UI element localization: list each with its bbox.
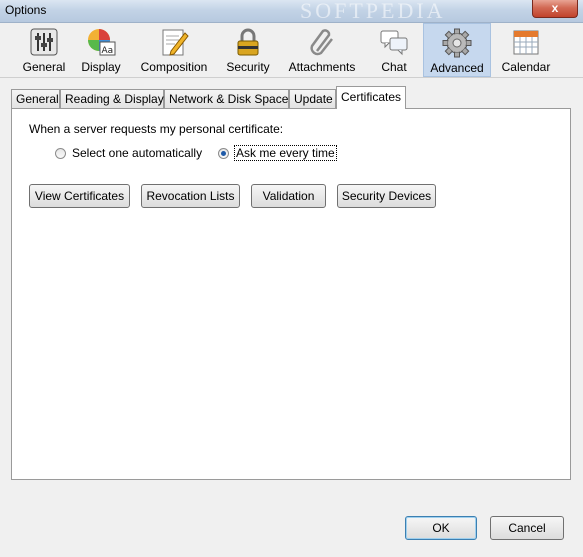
svg-text:Aa: Aa [102,46,114,56]
revocation-lists-button[interactable]: Revocation Lists [141,184,240,208]
certificates-panel: When a server requests my personal certi… [11,108,571,480]
toolbar-attachments[interactable]: Attachments [284,23,360,77]
radio-label: Select one automatically [72,146,203,160]
toolbar-advanced[interactable]: Advanced [423,23,491,77]
toolbar-label: Chat [381,60,407,74]
sliders-icon [30,28,58,56]
pencil-paper-icon [162,29,189,56]
padlock-icon [237,28,259,56]
tab-reading-display[interactable]: Reading & Display [60,89,164,108]
paperclip-icon [310,29,333,56]
toolbar-label: Composition [140,60,208,74]
tab-certificates[interactable]: Certificates [336,86,406,109]
view-certificates-button[interactable]: View Certificates [29,184,130,208]
toolbar-label: General [22,60,66,74]
toolbar-label: Calendar [501,60,551,74]
color-font-icon: Aa [88,29,116,56]
close-button[interactable]: x [532,0,578,18]
radio-button[interactable] [55,147,66,159]
security-devices-button[interactable]: Security Devices [337,184,436,208]
title-bar: Options SOFTPEDIA x [0,0,583,23]
ok-button[interactable]: OK [405,516,477,540]
watermark: SOFTPEDIA [300,0,446,23]
toolbar-security[interactable]: Security [222,23,274,77]
toolbar-calendar[interactable]: Calendar [498,23,554,77]
radio-button-checked[interactable] [218,147,229,159]
toolbar-label: Attachments [288,60,356,74]
toolbar-display[interactable]: Aa Display [76,23,126,77]
speech-bubbles-icon [380,30,408,56]
tab-update[interactable]: Update [289,89,336,108]
gear-icon [442,28,472,58]
toolbar-label: Display [81,60,121,74]
window-title: Options [5,3,47,17]
radio-ask-every-time[interactable]: Ask me every time [218,145,337,161]
tab-network-disk-space[interactable]: Network & Disk Space [164,89,289,108]
certificate-question: When a server requests my personal certi… [29,122,284,136]
toolbar-general[interactable]: General [17,23,71,77]
toolbar-chat[interactable]: Chat [370,23,418,77]
toolbar-composition[interactable]: Composition [135,23,213,77]
toolbar-label: Advanced [430,61,484,75]
radio-label: Ask me every time [234,145,337,161]
validation-button[interactable]: Validation [251,184,326,208]
category-toolbar: General Aa Display Composition Security [0,23,583,78]
toolbar-label: Security [226,60,270,74]
radio-select-automatically[interactable]: Select one automatically [55,146,202,160]
calendar-icon [513,30,539,55]
tab-general[interactable]: General [11,89,60,108]
cancel-button[interactable]: Cancel [490,516,564,540]
